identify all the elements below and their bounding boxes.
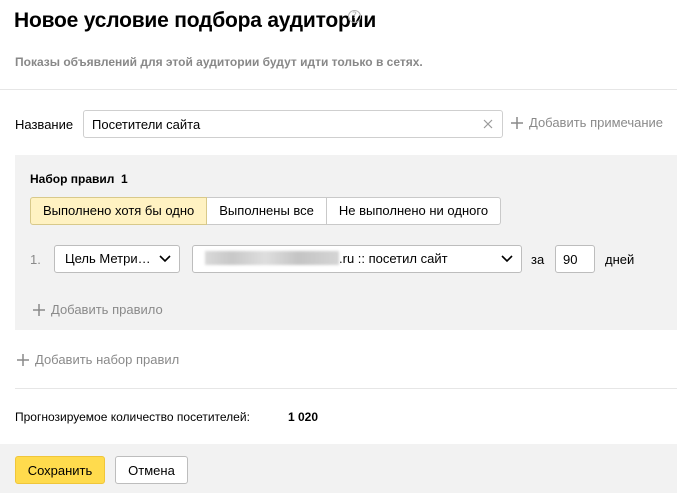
name-input[interactable] [84,111,474,137]
rule-type-select[interactable]: Цель Метри… [54,245,180,273]
forecast-value: 1 020 [288,410,319,424]
rule-type-value: Цель Метри… [65,251,151,266]
plus-icon [33,303,45,316]
name-label: Название [15,117,74,132]
close-icon[interactable] [482,118,494,130]
name-field [83,110,503,138]
rule-number: 1. [30,252,41,267]
days-input[interactable] [555,245,595,273]
ruleset-title: Набор правил 1 [30,172,128,186]
add-rule-link[interactable]: Добавить правило [32,302,163,317]
add-ruleset-label: Добавить набор правил [35,352,180,367]
mode-any-button[interactable]: Выполнено хотя бы одно [30,197,208,225]
forecast-label: Прогнозируемое количество посетителей: [15,410,250,424]
chevron-down-icon [159,255,171,263]
redacted-domain [205,251,339,265]
save-button[interactable]: Сохранить [15,456,105,484]
divider [15,388,677,389]
chevron-down-icon [501,255,513,263]
page-title: Новое условие подбора аудитории [14,9,377,32]
cancel-button[interactable]: Отмена [115,456,188,484]
rule-goal-select[interactable]: .ru :: посетил сайт [192,245,522,273]
divider [0,89,677,90]
plus-icon [511,116,523,129]
rule-goal-value: .ru :: посетил сайт [339,251,448,266]
ruleset-panel: Набор правил 1 Выполнено хотя бы одно Вы… [15,155,677,330]
mode-all-button[interactable]: Выполнены все [206,197,327,225]
add-note-label: Добавить примечание [529,115,664,130]
plus-icon [17,353,29,366]
days-label: дней [605,252,635,267]
ruleset-mode-switch: Выполнено хотя бы одно Выполнены все Не … [30,197,502,225]
add-ruleset-link[interactable]: Добавить набор правил [16,352,179,367]
add-rule-label: Добавить правило [51,302,163,317]
question-circle-icon[interactable]: ? [348,10,361,23]
mode-none-button[interactable]: Не выполнено ни одного [325,197,502,225]
page-subtitle: Показы объявлений для этой аудитории буд… [15,55,423,69]
add-note-link[interactable]: Добавить примечание [510,115,663,130]
period-prefix: за [531,252,545,267]
dialog-footer: Сохранить Отмена [0,444,677,493]
